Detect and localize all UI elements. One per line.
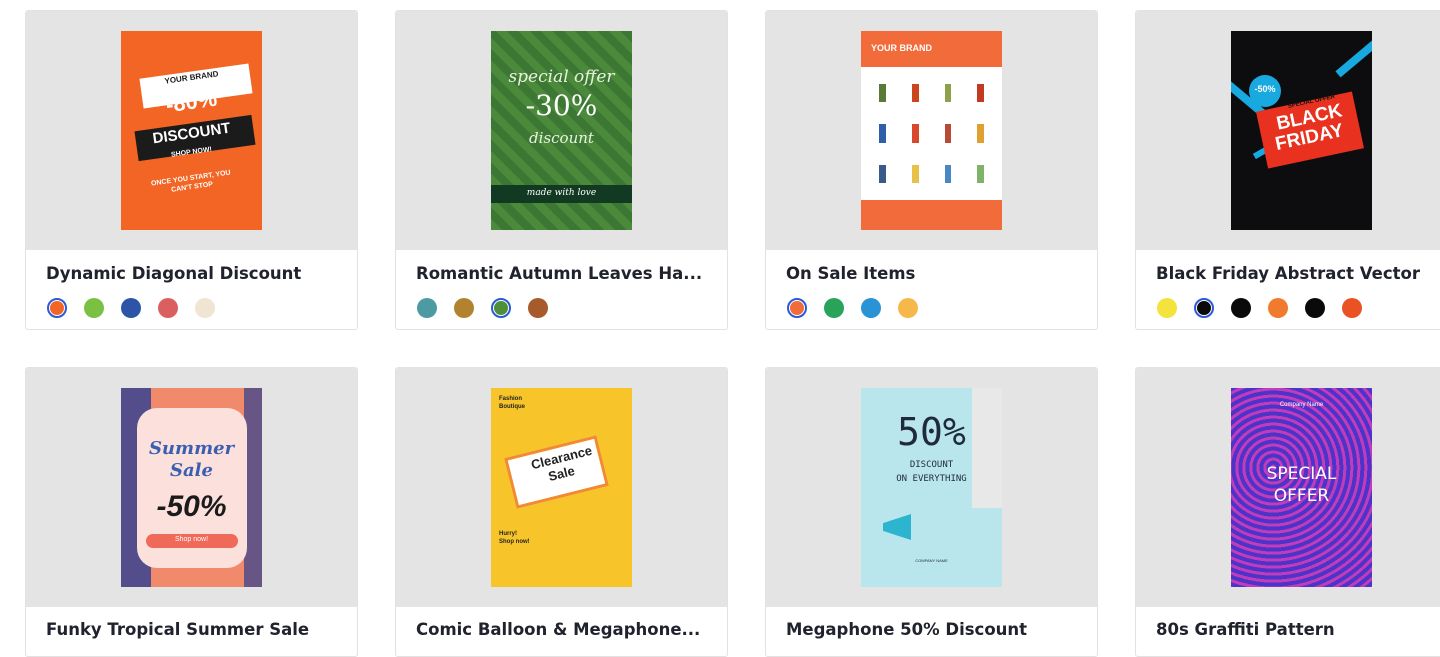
color-swatch[interactable] [417,298,437,318]
poster-preview: Summer Sale -50% Shop now! [121,388,262,587]
poster-line1: special offer [508,67,615,87]
template-thumbnail[interactable]: Summer Sale -50% Shop now! [26,368,357,607]
template-card[interactable]: special offer -30% discount made with lo… [395,10,728,330]
poster-line2: discount [529,129,594,147]
color-swatch[interactable] [1305,298,1325,318]
template-title[interactable]: On Sale Items [786,264,1081,283]
color-swatch[interactable] [1157,298,1177,318]
color-swatch-selected[interactable] [1194,298,1214,318]
poster-footer: made with love [526,188,597,198]
poster-line1: Summer [148,438,235,459]
template-grid: YOUR BRAND -80% DISCOUNT SHOP NOW! ONCE … [0,0,1440,657]
poster-hurry-line1: Hurry! [499,531,518,537]
poster-hurry-line2: Shop now! [499,539,530,545]
template-title[interactable]: Megaphone 50% Discount [786,620,1081,639]
template-card[interactable]: Fashion Boutique Clearance Sale Hurry! S… [395,367,728,657]
template-card[interactable]: YOUR BRAND On Sale Items [765,10,1098,330]
template-card[interactable]: Summer Sale -50% Shop now! Funky Tropica… [25,367,358,657]
template-title[interactable]: Black Friday Abstract Vector [1156,264,1440,283]
template-title[interactable]: Dynamic Diagonal Discount [46,264,341,283]
color-swatch[interactable] [898,298,918,318]
color-swatch-selected[interactable] [787,298,807,318]
poster-preview: YOUR BRAND [861,31,1002,230]
template-thumbnail[interactable]: 50% DISCOUNT ON EVERYTHING COMPANY NAME [766,368,1097,607]
template-card[interactable]: 50% DISCOUNT ON EVERYTHING COMPANY NAME … [765,367,1098,657]
template-thumbnail[interactable]: special offer -30% discount made with lo… [396,11,727,250]
template-thumbnail[interactable]: -50% SPECIAL OFFER BLACK FRIDAY [1136,11,1440,250]
color-swatch[interactable] [158,298,178,318]
poster-line2: OFFER [1273,486,1330,506]
template-title[interactable]: Comic Balloon & Megaphone... [416,620,711,639]
color-swatches [47,298,232,318]
poster-line2: Sale [170,460,213,481]
template-thumbnail[interactable]: YOUR BRAND [766,11,1097,250]
template-title[interactable]: Romantic Autumn Leaves Ha... [416,264,711,283]
poster-preview: Fashion Boutique Clearance Sale Hurry! S… [491,388,632,587]
color-swatch[interactable] [121,298,141,318]
poster-brand-line1: Fashion [499,396,523,402]
poster-preview: YOUR BRAND -80% DISCOUNT SHOP NOW! ONCE … [121,31,262,230]
poster-badge: -50% [1254,84,1276,94]
poster-big-number: 50% [897,410,966,454]
poster-cta: Shop now! [174,536,209,543]
poster-company: Company Name [1279,402,1324,408]
poster-brand-line2: Boutique [499,404,525,410]
color-swatch[interactable] [454,298,474,318]
color-swatch[interactable] [528,298,548,318]
color-swatch[interactable] [195,298,215,318]
poster-brand: YOUR BRAND [870,43,932,53]
color-swatch[interactable] [1268,298,1288,318]
template-card[interactable]: YOUR BRAND -80% DISCOUNT SHOP NOW! ONCE … [25,10,358,330]
template-title[interactable]: Funky Tropical Summer Sale [46,620,341,639]
poster-company: COMPANY NAME [915,558,948,563]
poster-tagline: ONCE YOU START, YOU CAN'T STOP [150,169,232,194]
template-card[interactable]: -50% SPECIAL OFFER BLACK FRIDAY Black Fr… [1135,10,1440,330]
color-swatch[interactable] [1342,298,1362,318]
poster-preview: Company Name SPECIAL OFFER [1231,388,1372,587]
color-swatches [1157,298,1379,318]
template-title[interactable]: 80s Graffiti Pattern [1156,620,1440,639]
color-swatch[interactable] [1231,298,1251,318]
color-swatch[interactable] [861,298,881,318]
poster-line1: SPECIAL [1266,464,1337,484]
color-swatch-selected[interactable] [491,298,511,318]
color-swatches [417,298,565,318]
template-card[interactable]: Company Name SPECIAL OFFER 80s Graffiti … [1135,367,1440,657]
poster-discount: -50% [156,490,227,523]
color-swatches [787,298,935,318]
poster-preview: special offer -30% discount made with lo… [491,31,632,230]
color-swatch-selected[interactable] [47,298,67,318]
poster-line2: ON EVERYTHING [896,474,967,484]
color-swatch[interactable] [84,298,104,318]
template-thumbnail[interactable]: Company Name SPECIAL OFFER [1136,368,1440,607]
template-thumbnail[interactable]: Fashion Boutique Clearance Sale Hurry! S… [396,368,727,607]
poster-preview: 50% DISCOUNT ON EVERYTHING COMPANY NAME [861,388,1002,587]
color-swatch[interactable] [824,298,844,318]
poster-preview: -50% SPECIAL OFFER BLACK FRIDAY [1231,31,1372,230]
poster-line1: DISCOUNT [909,460,954,470]
poster-discount: -30% [525,89,598,122]
template-thumbnail[interactable]: YOUR BRAND -80% DISCOUNT SHOP NOW! ONCE … [26,11,357,250]
